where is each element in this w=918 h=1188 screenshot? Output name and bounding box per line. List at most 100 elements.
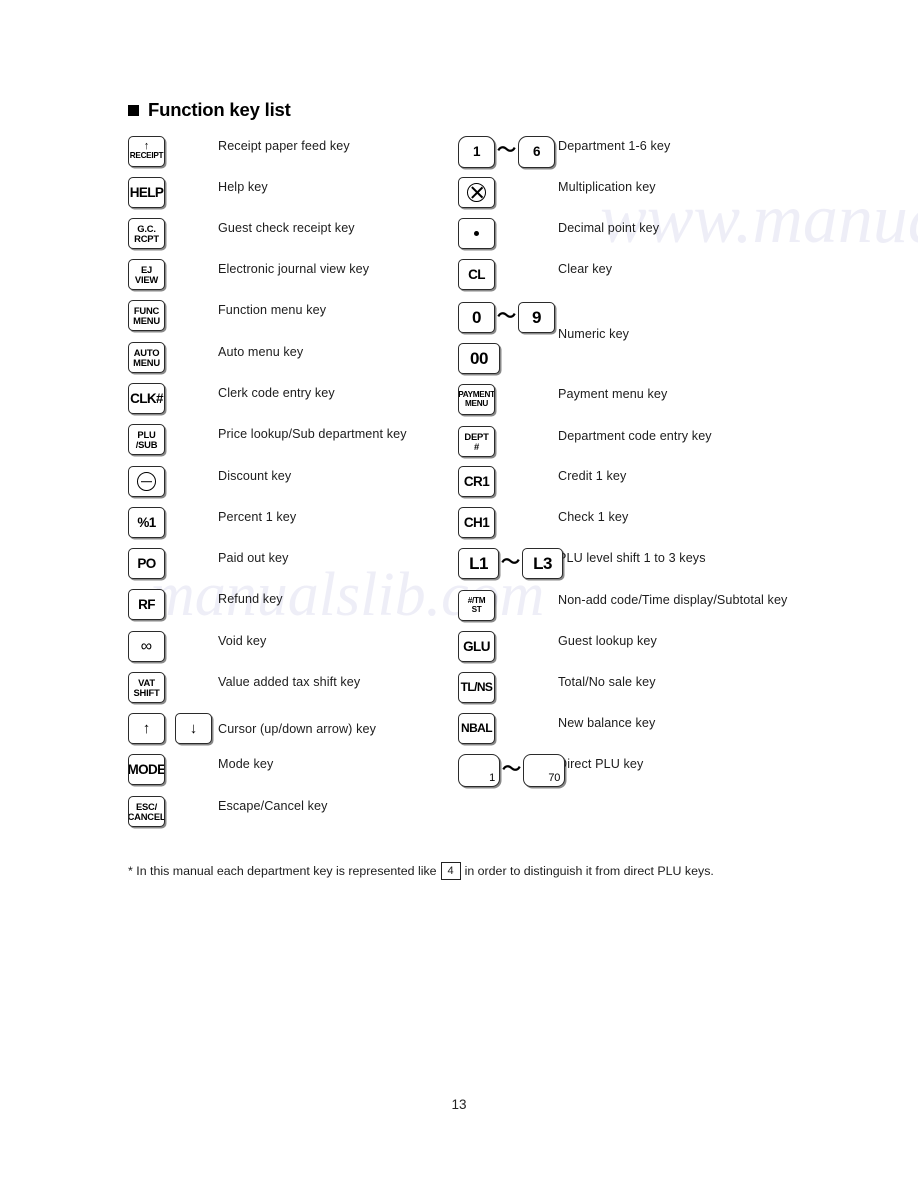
function-key-description: Value added tax shift key bbox=[218, 675, 361, 689]
key-cursor-down[interactable]: ↓ bbox=[175, 713, 212, 744]
key-graphic: DEPT # bbox=[458, 426, 558, 457]
key-esc-cancel[interactable]: ESC/CANCEL bbox=[128, 796, 165, 827]
key-label: CR1 bbox=[463, 473, 490, 489]
function-key-row: FUNC MENU Function menu key bbox=[128, 300, 450, 331]
key-numeric-to[interactable]: 9 bbox=[518, 302, 556, 333]
key-double-zero[interactable]: 00 bbox=[458, 343, 500, 374]
key-graphic: PAYMENT MENU bbox=[458, 384, 558, 415]
key-graphic: HELP bbox=[128, 177, 218, 208]
key-rf[interactable]: RF bbox=[128, 589, 165, 620]
key-label-line2: MENU bbox=[133, 356, 160, 368]
function-key-row: HELP Help key bbox=[128, 177, 450, 208]
key-ch1[interactable]: CH1 bbox=[458, 507, 495, 538]
key-cr1[interactable]: CR1 bbox=[458, 466, 495, 497]
key-payment-menu[interactable]: PAYMENT MENU bbox=[458, 384, 495, 415]
function-key-description: Guest lookup key bbox=[558, 634, 657, 648]
function-key-description: Refund key bbox=[218, 592, 283, 606]
key-graphic: VAT SHIFT bbox=[128, 672, 218, 703]
key-clk-[interactable]: CLK# bbox=[128, 383, 165, 414]
numeric-key-group: 0 ～ 9 00 bbox=[458, 302, 556, 374]
key-numeric-from[interactable]: 0 bbox=[458, 302, 495, 333]
key-glu[interactable]: GLU bbox=[458, 631, 495, 662]
key-direct-plu-to[interactable]: 70 bbox=[523, 754, 566, 787]
function-key-row: Discount key bbox=[128, 466, 450, 497]
function-key-description: Numeric key bbox=[558, 327, 630, 341]
key-graphic: G.C. RCPT bbox=[128, 218, 218, 249]
key-vat-shift[interactable]: VAT SHIFT bbox=[128, 672, 165, 703]
key-department-from[interactable]: 1 bbox=[458, 136, 495, 168]
key-graphic bbox=[128, 466, 218, 497]
key-label: RF bbox=[138, 596, 155, 612]
key-graphic: ∞ bbox=[128, 631, 218, 662]
key-graphic: CR1 bbox=[458, 466, 558, 497]
key-receipt[interactable]: ↑ RECEIPT bbox=[128, 136, 165, 167]
key-dept-[interactable]: DEPT # bbox=[458, 426, 495, 457]
key-plu-level-to[interactable]: L3 bbox=[522, 548, 564, 579]
key-graphic: #/TM ST bbox=[458, 590, 558, 621]
function-key-row: TL/NS Total/No sale key bbox=[458, 672, 808, 703]
key-g-c-rcpt[interactable]: G.C. RCPT bbox=[128, 218, 165, 249]
key-graphic: CH1 bbox=[458, 507, 558, 538]
key-circle-minus[interactable] bbox=[128, 466, 165, 497]
key-label: RECEIPT bbox=[129, 151, 164, 161]
key-label: 0 bbox=[472, 307, 481, 327]
key-void-loop[interactable]: ∞ bbox=[128, 631, 165, 662]
key-mode[interactable]: MODE bbox=[128, 754, 165, 785]
key-cl[interactable]: CL bbox=[458, 259, 495, 290]
function-key-row: MODE Mode key bbox=[128, 754, 450, 785]
function-key-row: CL Clear key bbox=[458, 259, 808, 290]
function-key-description: Auto menu key bbox=[218, 345, 304, 359]
key-graphic: TL/NS bbox=[458, 672, 558, 703]
key-auto-menu[interactable]: AUTO MENU bbox=[128, 342, 165, 373]
key-direct-plu-from[interactable]: 1 bbox=[458, 754, 500, 787]
key-cursor-up[interactable]: ↑ bbox=[128, 713, 165, 744]
function-key-row: EJ VIEW Electronic journal view key bbox=[128, 259, 450, 290]
key--1[interactable]: %1 bbox=[128, 507, 165, 538]
function-key-description: Guest check receipt key bbox=[218, 221, 355, 235]
function-key-description: Cursor (up/down arrow) key bbox=[218, 722, 376, 736]
key-po[interactable]: PO bbox=[128, 548, 165, 579]
function-key-description: Electronic journal view key bbox=[218, 262, 370, 276]
key-graphic: ↑ RECEIPT bbox=[128, 136, 218, 167]
tilde-separator: ～ bbox=[502, 758, 522, 780]
function-key-row: %1 Percent 1 key bbox=[128, 507, 450, 538]
function-key-description: Price lookup/Sub department key bbox=[218, 427, 407, 441]
key-ej-view[interactable]: EJ VIEW bbox=[128, 259, 165, 290]
key-graphic: NBAL bbox=[458, 713, 558, 744]
key-plu-level-from[interactable]: L1 bbox=[458, 548, 499, 579]
function-key-description: Receipt paper feed key bbox=[218, 139, 350, 153]
down-arrow-icon: ↓ bbox=[189, 720, 198, 737]
function-key-description: Clerk code entry key bbox=[218, 386, 335, 400]
key-label: 9 bbox=[532, 307, 541, 327]
key-tl-ns[interactable]: TL/NS bbox=[458, 672, 495, 703]
key-circle-times[interactable] bbox=[458, 177, 495, 208]
function-key-row: ESC/CANCEL Escape/Cancel key bbox=[128, 796, 450, 827]
key-department-to[interactable]: 6 bbox=[518, 136, 556, 168]
key-help[interactable]: HELP bbox=[128, 177, 165, 208]
key-plu-sub[interactable]: PLU/SUB bbox=[128, 424, 165, 455]
key-label: 1 bbox=[473, 144, 481, 160]
function-key-row: DEPT # Department code entry key bbox=[458, 426, 808, 457]
page-number: 13 bbox=[451, 1097, 467, 1112]
key-func-menu[interactable]: FUNC MENU bbox=[128, 300, 165, 331]
key--tm-st[interactable]: #/TM ST bbox=[458, 590, 495, 621]
key-graphic: AUTO MENU bbox=[128, 342, 218, 373]
tilde-separator: ～ bbox=[501, 551, 521, 573]
function-key-description: Department 1-6 key bbox=[558, 139, 671, 153]
key-dot[interactable] bbox=[458, 218, 495, 249]
function-key-description: Non-add code/Time display/Subtotal key bbox=[558, 593, 788, 607]
footnote-example-key: 4 bbox=[440, 862, 461, 880]
key-label: L1 bbox=[469, 553, 488, 573]
key-label-line2: SHIFT bbox=[133, 686, 160, 698]
key-label: HELP bbox=[129, 184, 164, 200]
function-key-row: PO Paid out key bbox=[128, 548, 450, 579]
function-key-row: G.C. RCPT Guest check receipt key bbox=[128, 218, 450, 249]
key-nbal[interactable]: NBAL bbox=[458, 713, 495, 744]
key-graphic: FUNC MENU bbox=[128, 300, 218, 331]
key-graphic: 0 ～ 9 00 bbox=[458, 302, 558, 374]
function-key-row: Decimal point key bbox=[458, 218, 808, 249]
function-key-description: Check 1 key bbox=[558, 510, 629, 524]
up-arrow-icon: ↑ bbox=[143, 140, 150, 153]
function-key-row: Multiplication key bbox=[458, 177, 808, 208]
function-key-row: CH1 Check 1 key bbox=[458, 507, 808, 538]
